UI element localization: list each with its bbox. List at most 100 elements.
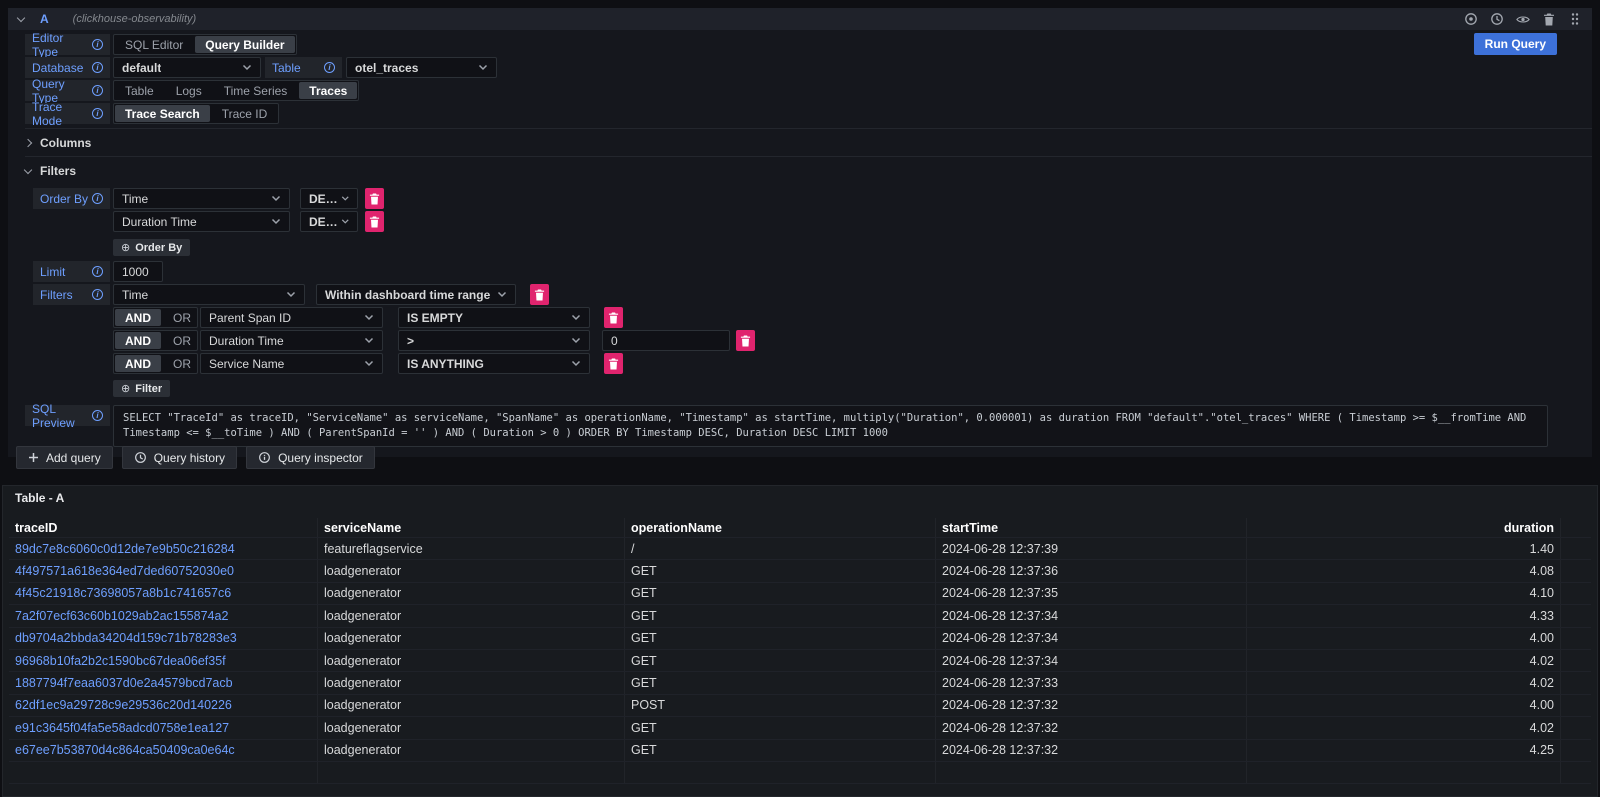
trace-id-link[interactable]: 89dc7e8c6060c0d12de7e9b50c216284 bbox=[15, 542, 235, 556]
columns-section-header[interactable]: Columns bbox=[25, 134, 1592, 152]
collapse-query-icon[interactable] bbox=[17, 13, 25, 21]
trace-id-link[interactable]: 4f45c21918c73698057a8b1c741657c6 bbox=[15, 586, 231, 600]
info-icon[interactable]: i bbox=[92, 193, 103, 204]
circle-icon[interactable] bbox=[1464, 12, 1478, 26]
trace-id-link[interactable]: db9704a2bbda34204d159c71b78283e3 bbox=[15, 631, 237, 645]
trace-id-link[interactable]: e67ee7b53870d4c864ca50409ca0e64c bbox=[15, 743, 235, 757]
database-select[interactable]: default bbox=[113, 57, 261, 78]
query-inspector-button[interactable]: Query inspector bbox=[246, 446, 375, 469]
column-header-traceid[interactable]: traceID bbox=[9, 518, 318, 537]
table-panel: Table - A traceID serviceName operationN… bbox=[2, 485, 1598, 797]
filter-field-select[interactable]: Parent Span ID bbox=[200, 307, 383, 328]
info-icon bbox=[258, 451, 271, 464]
table-select[interactable]: otel_traces bbox=[346, 57, 497, 78]
remove-filter-button[interactable] bbox=[736, 330, 755, 351]
column-header-operationname[interactable]: operationName bbox=[625, 518, 936, 537]
service-name-cell: loadgenerator bbox=[318, 740, 625, 761]
service-name-cell: loadgenerator bbox=[318, 650, 625, 671]
bool-and[interactable]: AND bbox=[115, 355, 161, 372]
add-filter-button[interactable]: ⊕ Filter bbox=[113, 380, 170, 397]
filter-operator-select[interactable]: IS ANYTHING bbox=[398, 353, 590, 374]
remove-filter-button[interactable] bbox=[604, 307, 623, 328]
trace-mode-trace-id[interactable]: Trace ID bbox=[212, 105, 278, 122]
trace-id-link[interactable]: 96968b10fa2b2c1590bc67dea06ef35f bbox=[15, 654, 226, 668]
chevron-down-icon bbox=[24, 165, 32, 173]
column-header-servicename[interactable]: serviceName bbox=[318, 518, 625, 537]
order-by-row-1: Order By i Time DESC bbox=[25, 188, 1592, 209]
trace-id-link[interactable]: 7a2f07ecf63c60b1029ab2ac155874a2 bbox=[15, 609, 228, 623]
filter-operator-select[interactable]: IS EMPTY bbox=[398, 307, 590, 328]
start-time-cell: 2024-06-28 12:37:34 bbox=[936, 628, 1247, 649]
duration-cell: 4.10 bbox=[1247, 583, 1561, 604]
trace-id-link[interactable]: e91c3645f04fa5e58adcd0758e1ea127 bbox=[15, 721, 229, 735]
info-icon[interactable]: i bbox=[92, 410, 103, 421]
panel-title[interactable]: Table - A bbox=[3, 486, 1597, 510]
operation-name-cell: GET bbox=[625, 605, 936, 626]
order-by-field-select[interactable]: Duration Time bbox=[113, 211, 290, 232]
operation-name-cell: GET bbox=[625, 583, 936, 604]
trace-id-link[interactable]: 4f497571a618e364ed7ded60752030e0 bbox=[15, 564, 234, 578]
add-query-button[interactable]: Add query bbox=[16, 446, 113, 469]
chevron-right-icon bbox=[24, 139, 32, 147]
filters-section-header[interactable]: Filters bbox=[25, 162, 1592, 180]
query-history-button[interactable]: Query history bbox=[122, 446, 237, 469]
trace-id-link[interactable]: 62df1ec9a29728c9e29536c20d140226 bbox=[15, 698, 232, 712]
sql-preview-row: SQL Preview i SELECT "TraceId" as traceI… bbox=[25, 405, 1592, 447]
add-order-by-button[interactable]: ⊕ Order By bbox=[113, 239, 190, 256]
bool-or[interactable]: OR bbox=[163, 355, 201, 372]
bool-and[interactable]: AND bbox=[115, 332, 161, 349]
order-by-direction-select[interactable]: DESC bbox=[300, 188, 358, 209]
filter-operator-select[interactable]: > bbox=[398, 330, 590, 351]
bool-or[interactable]: OR bbox=[163, 332, 201, 349]
limit-input[interactable] bbox=[122, 265, 154, 279]
start-time-cell: 2024-06-28 12:37:32 bbox=[936, 695, 1247, 716]
table-row: 89dc7e8c6060c0d12de7e9b50c216284 feature… bbox=[9, 538, 1591, 560]
remove-order-by-button[interactable] bbox=[365, 188, 384, 209]
filter-field-select[interactable]: Service Name bbox=[200, 353, 383, 374]
filter-condition-row: AND OR Service Name IS ANYTHING bbox=[25, 353, 1592, 374]
info-icon[interactable]: i bbox=[92, 266, 103, 277]
column-header-starttime[interactable]: startTime bbox=[936, 518, 1247, 537]
filter-value-input[interactable] bbox=[611, 334, 721, 348]
order-by-field-select[interactable]: Time bbox=[113, 188, 290, 209]
trace-mode-trace-search[interactable]: Trace Search bbox=[115, 105, 210, 122]
order-by-direction-select[interactable]: DESC bbox=[300, 211, 358, 232]
column-header-duration[interactable]: duration bbox=[1247, 518, 1561, 537]
bool-and[interactable]: AND bbox=[115, 309, 161, 326]
editor-type-row: Editor Type i SQL Editor Query Builder bbox=[25, 34, 1592, 55]
run-query-button[interactable]: Run Query bbox=[1474, 33, 1557, 55]
table-row: 96968b10fa2b2c1590bc67dea06ef35f loadgen… bbox=[9, 650, 1591, 672]
operation-name-cell: GET bbox=[625, 650, 936, 671]
editor-type-sql-editor[interactable]: SQL Editor bbox=[115, 36, 193, 53]
info-icon[interactable]: i bbox=[92, 39, 103, 50]
remove-order-by-button[interactable] bbox=[365, 211, 384, 232]
query-type-logs[interactable]: Logs bbox=[166, 82, 212, 99]
info-icon[interactable]: i bbox=[92, 85, 103, 96]
trace-id-link[interactable]: 1887794f7eaa6037d0e2a4579bcd7acb bbox=[15, 676, 233, 690]
info-icon[interactable]: i bbox=[324, 62, 335, 73]
filter-field-select[interactable]: Duration Time bbox=[200, 330, 383, 351]
bool-or[interactable]: OR bbox=[163, 309, 201, 326]
query-type-time-series[interactable]: Time Series bbox=[214, 82, 298, 99]
filter-condition-row: AND OR Parent Span ID IS EMPTY bbox=[25, 307, 1592, 328]
info-icon[interactable]: i bbox=[92, 108, 103, 119]
query-row-header: A (clickhouse-observability) bbox=[8, 8, 1592, 30]
history-icon[interactable] bbox=[1490, 12, 1504, 26]
eye-icon[interactable] bbox=[1516, 12, 1530, 26]
drag-handle-icon[interactable] bbox=[1568, 12, 1582, 26]
filter-operator-select[interactable]: Within dashboard time range bbox=[316, 284, 516, 305]
info-icon[interactable]: i bbox=[92, 289, 103, 300]
remove-filter-button[interactable] bbox=[604, 353, 623, 374]
operation-name-cell: GET bbox=[625, 560, 936, 581]
operation-name-cell: POST bbox=[625, 695, 936, 716]
query-editor-body: Run Query Editor Type i SQL Editor Query… bbox=[8, 30, 1592, 457]
remove-filter-button[interactable] bbox=[530, 284, 549, 305]
operation-name-cell: GET bbox=[625, 672, 936, 693]
info-icon[interactable]: i bbox=[92, 62, 103, 73]
editor-type-query-builder[interactable]: Query Builder bbox=[195, 36, 294, 53]
query-type-traces[interactable]: Traces bbox=[299, 82, 357, 99]
filter-field-select[interactable]: Time bbox=[113, 284, 305, 305]
table-row: 4f497571a618e364ed7ded60752030e0 loadgen… bbox=[9, 560, 1591, 582]
query-type-table[interactable]: Table bbox=[115, 82, 164, 99]
trash-icon[interactable] bbox=[1542, 12, 1556, 26]
